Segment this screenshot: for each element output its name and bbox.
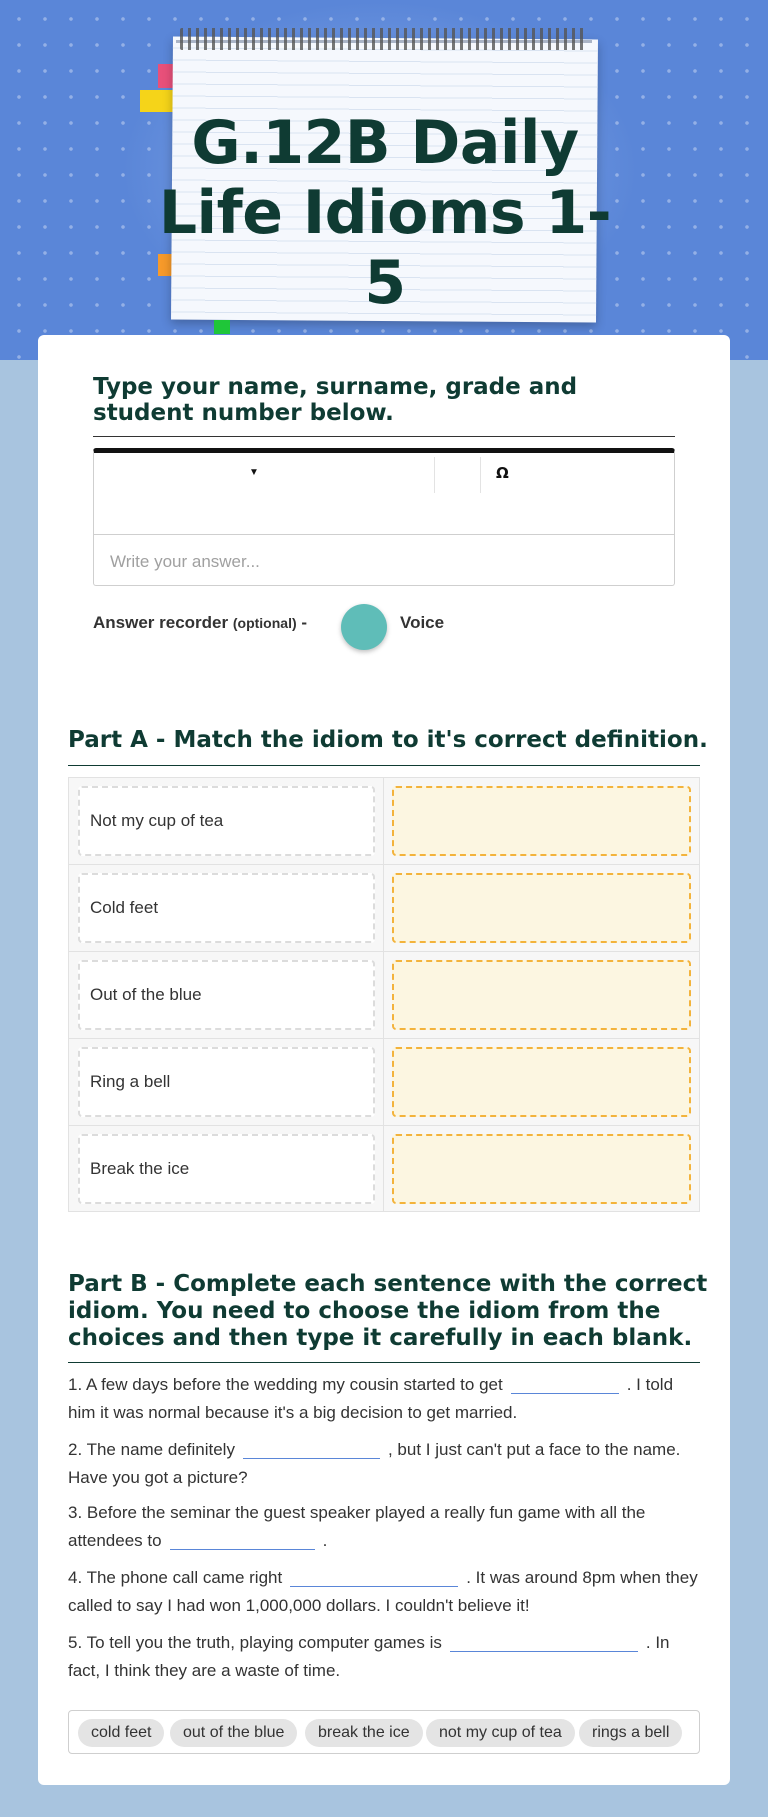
match-item[interactable]: Break the ice	[78, 1134, 375, 1204]
match-row: Out of the blue	[69, 952, 699, 1039]
match-row: Cold feet	[69, 865, 699, 952]
word-chip[interactable]: not my cup of tea	[426, 1719, 575, 1747]
divider	[68, 1362, 700, 1363]
sentence-text: 5. To tell you the truth, playing comput…	[68, 1633, 442, 1652]
word-chip[interactable]: rings a bell	[579, 1719, 683, 1747]
word-chip[interactable]: break the ice	[305, 1719, 423, 1747]
drop-zone[interactable]	[392, 960, 691, 1030]
drop-zone[interactable]	[392, 1047, 691, 1117]
font-dropdown-caret-icon[interactable]: ▼	[249, 467, 259, 478]
recorder-label: Answer recorder	[93, 613, 229, 632]
word-chip[interactable]: cold feet	[78, 1719, 165, 1747]
recorder-optional: (optional)	[232, 615, 297, 631]
answer-blank[interactable]	[242, 1439, 380, 1459]
divider	[93, 436, 675, 437]
sentence-1: 1. A few days before the wedding my cous…	[68, 1371, 703, 1427]
notepad-spiral	[180, 28, 588, 50]
worksheet-title: G.12B Daily Life Idioms 1-5	[158, 108, 612, 318]
toolbar-separator	[434, 457, 435, 493]
word-bank: cold feet out of the blue break the ice …	[68, 1710, 700, 1754]
recorder-mode-label: Voice	[400, 613, 445, 632]
match-row: Ring a bell	[69, 1039, 699, 1126]
matching-table: Not my cup of tea Cold feet Out of the b…	[68, 777, 700, 1212]
sentence-4: 4. The phone call came right. It was aro…	[68, 1564, 703, 1620]
special-characters-button[interactable]: Ω	[496, 464, 509, 482]
sticky-tab-green	[214, 320, 230, 334]
recorder-dash: -	[301, 613, 308, 632]
sentence-text: 2. The name definitely	[68, 1440, 235, 1459]
drop-zone[interactable]	[392, 786, 691, 856]
sentence-2: 2. The name definitely, but I just can't…	[68, 1436, 703, 1492]
sentence-text: 1. A few days before the wedding my cous…	[68, 1375, 503, 1394]
answer-blank[interactable]	[510, 1374, 619, 1394]
word-chip[interactable]: out of the blue	[170, 1719, 298, 1747]
match-item[interactable]: Out of the blue	[78, 960, 375, 1030]
column-divider	[383, 778, 384, 1211]
divider	[68, 765, 700, 766]
record-button[interactable]	[341, 604, 387, 650]
answer-recorder-label: Answer recorder (optional) -	[93, 613, 307, 633]
sentence-text: 3. Before the seminar the guest speaker …	[68, 1503, 646, 1550]
question-prompt: Type your name, surname, grade and stude…	[93, 374, 578, 426]
match-item[interactable]: Not my cup of tea	[78, 786, 375, 856]
match-row: Not my cup of tea	[69, 778, 699, 865]
sentence-text: .	[322, 1531, 328, 1550]
answer-blank[interactable]	[290, 1567, 459, 1587]
answer-blank[interactable]	[449, 1632, 638, 1652]
match-row: Break the ice	[69, 1126, 699, 1213]
sticky-tab-pink	[158, 64, 174, 88]
part-a-title: Part A - Match the idiom to it's correct…	[68, 727, 708, 753]
sentence-text: 4. The phone call came right	[68, 1568, 283, 1587]
answer-blank[interactable]	[169, 1530, 315, 1550]
match-item[interactable]: Cold feet	[78, 873, 375, 943]
drop-zone[interactable]	[392, 873, 691, 943]
sentence-5: 5. To tell you the truth, playing comput…	[68, 1629, 703, 1685]
answer-editor: ▼ Ω Write your answer...	[93, 448, 675, 586]
answer-input[interactable]: Write your answer...	[110, 552, 260, 572]
sentence-3: 3. Before the seminar the guest speaker …	[68, 1499, 703, 1555]
editor-toolbar: ▼ Ω	[94, 453, 674, 535]
match-item[interactable]: Ring a bell	[78, 1047, 375, 1117]
part-b-title: Part B - Complete each sentence with the…	[68, 1271, 708, 1351]
toolbar-separator	[480, 457, 481, 493]
drop-zone[interactable]	[392, 1134, 691, 1204]
